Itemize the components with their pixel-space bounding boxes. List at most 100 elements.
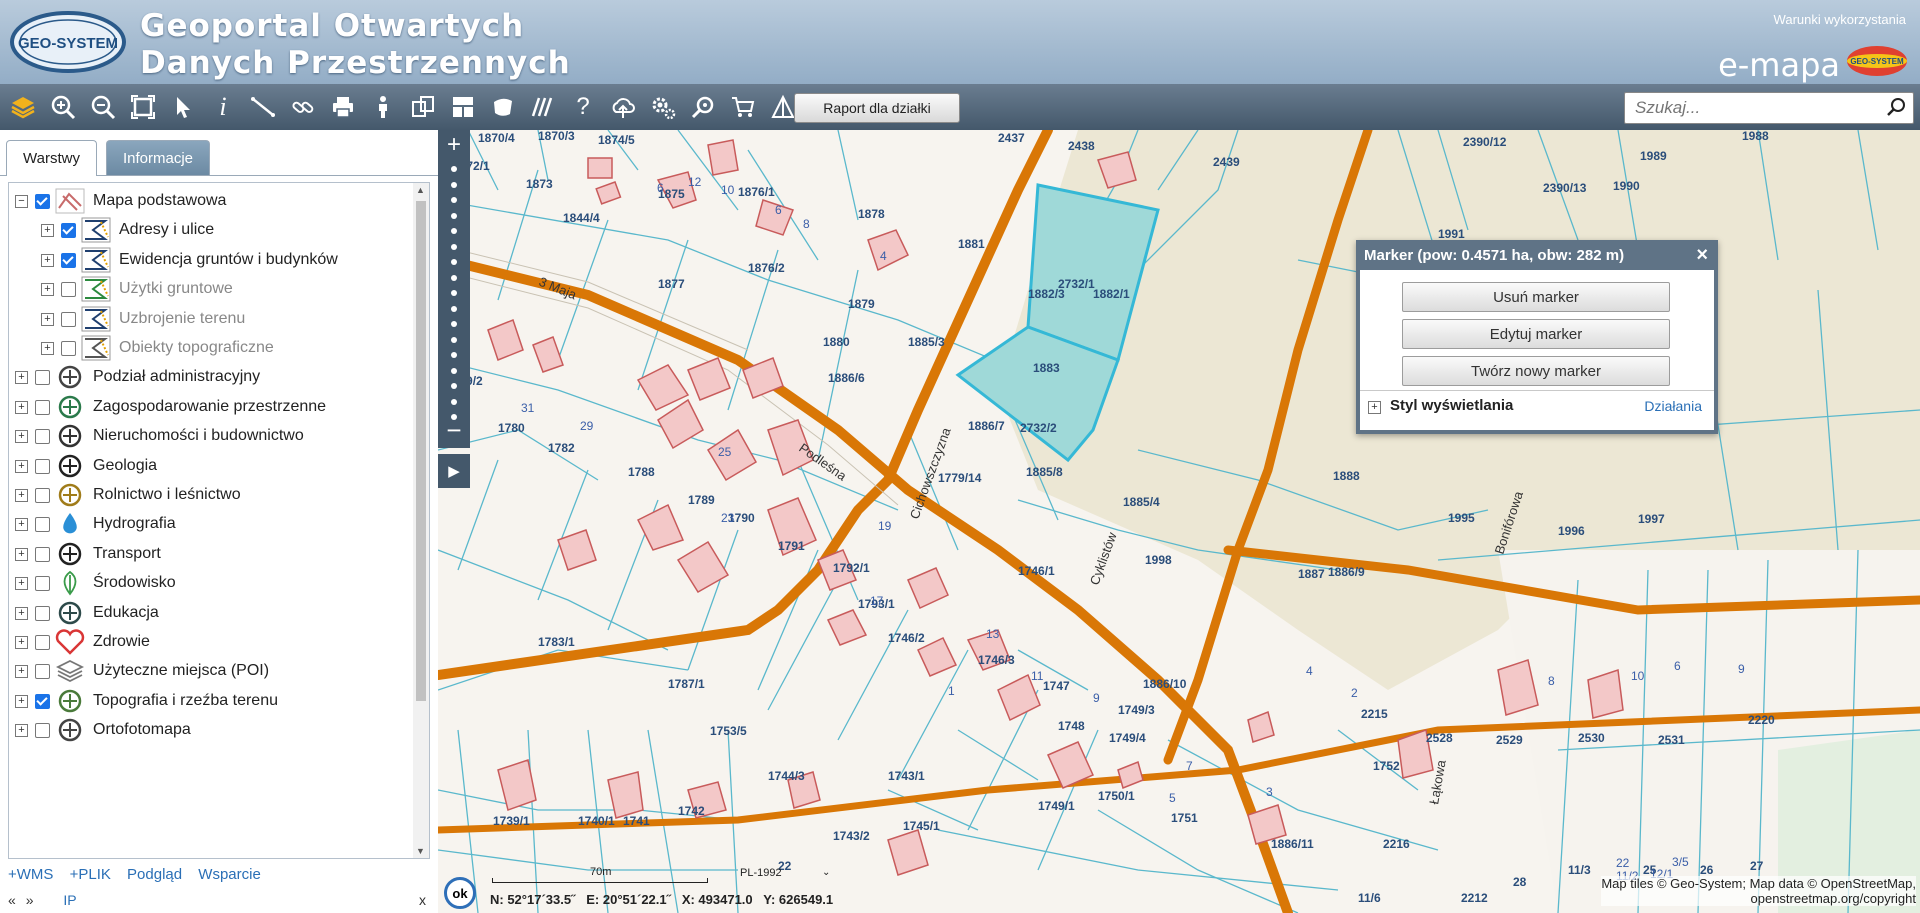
expand-icon[interactable]: + [15, 489, 28, 502]
terms-of-use-link[interactable]: Warunki wykorzystania [1774, 12, 1906, 27]
layer-checkbox[interactable] [35, 370, 50, 386]
ok-button[interactable]: ok [444, 877, 476, 909]
zoom-level-dot[interactable] [451, 398, 457, 405]
ip-link[interactable]: IP [63, 892, 76, 908]
zoom-level-dot[interactable] [451, 321, 457, 327]
delete-marker-button[interactable]: Usuń marker [1402, 282, 1670, 312]
layer-checkbox[interactable] [35, 693, 50, 709]
next-button[interactable]: » [26, 892, 34, 908]
layers-icon[interactable] [8, 92, 38, 122]
layer-row[interactable]: + Edukacja [9, 598, 409, 628]
layer-row[interactable]: + Podział administracyjny [9, 362, 409, 392]
layer-checkbox[interactable] [35, 605, 50, 621]
layer-row[interactable]: + Obiekty topograficzne [9, 333, 409, 363]
zoom-level-dot[interactable] [451, 181, 457, 188]
zoom-level-dot[interactable] [451, 228, 457, 234]
zoom-level-dot[interactable] [451, 352, 457, 358]
layer-row[interactable]: + Środowisko [9, 568, 409, 598]
layer-row[interactable]: + Transport [9, 539, 409, 569]
expand-icon[interactable]: + [41, 253, 54, 267]
info-icon[interactable]: i [208, 92, 238, 122]
expand-icon[interactable]: + [41, 224, 54, 238]
new-marker-button[interactable]: Twórz nowy marker [1402, 356, 1670, 386]
layer-row[interactable]: + Hydrografia [9, 509, 409, 539]
zoom-level-dot[interactable] [451, 367, 457, 374]
collapse-icon[interactable]: − [15, 195, 28, 208]
layer-row[interactable]: + Użyteczne miejsca (POI) [9, 656, 409, 686]
layer-checkbox[interactable] [61, 252, 76, 268]
layer-row[interactable]: + Uzbrojenie terenu [9, 304, 409, 334]
layer-row[interactable]: + Adresy i ulice [9, 215, 409, 245]
layer-checkbox[interactable] [35, 664, 50, 680]
layout-icon[interactable] [448, 92, 478, 122]
tab-information[interactable]: Informacje [106, 140, 211, 175]
zoom-level-dot[interactable] [451, 290, 457, 296]
prev-button[interactable]: « [8, 892, 16, 908]
cloud-upload-icon[interactable] [608, 92, 638, 122]
expand-icon[interactable]: + [15, 371, 28, 385]
layer-row[interactable]: − Mapa podstawowa [9, 186, 409, 216]
search-input[interactable] [1633, 96, 1877, 120]
cart-icon[interactable] [728, 92, 758, 122]
close-sidebar-button[interactable]: x [419, 892, 426, 908]
settings-icon[interactable] [648, 92, 678, 122]
layer-checkbox[interactable] [35, 517, 50, 533]
zoom-control[interactable]: + − [438, 130, 470, 448]
scrollbar-thumb[interactable] [416, 201, 426, 701]
expand-icon[interactable]: + [15, 547, 28, 561]
layer-row[interactable]: + Ortofotomapa [9, 715, 409, 745]
edit-marker-button[interactable]: Edytuj marker [1402, 319, 1670, 349]
close-icon[interactable]: × [1696, 244, 1708, 266]
zoom-in-button[interactable]: + [438, 133, 470, 157]
zoom-level-dot[interactable] [451, 383, 457, 389]
zoom-level-dot[interactable] [451, 259, 457, 265]
zoom-level-dot[interactable] [451, 274, 457, 281]
layer-checkbox[interactable] [35, 458, 50, 474]
compare-icon[interactable] [408, 92, 438, 122]
zoom-level-dot[interactable] [451, 305, 457, 312]
attribution-line-2[interactable]: openstreetmap.org/copyright [1601, 891, 1916, 906]
hatch-icon[interactable] [528, 92, 558, 122]
geo-system-logo[interactable]: GEO-SYSTEM [8, 10, 128, 74]
zoom-level-dot[interactable] [451, 166, 457, 172]
layer-checkbox[interactable] [61, 341, 76, 356]
layer-checkbox[interactable] [35, 399, 50, 415]
full-extent-icon[interactable] [128, 92, 158, 122]
zoom-level-dot[interactable] [451, 197, 457, 203]
layer-checkbox[interactable] [61, 282, 76, 298]
layer-row[interactable]: + Nieruchomości i budownictwo [9, 421, 409, 451]
layer-checkbox[interactable] [35, 488, 50, 503]
help-icon[interactable]: ? [568, 92, 598, 122]
layer-checkbox[interactable] [35, 429, 50, 445]
draw-polygon-icon[interactable] [488, 92, 518, 122]
expand-icon[interactable]: + [15, 606, 28, 620]
layer-checkbox[interactable] [35, 635, 50, 650]
expand-icon[interactable]: + [41, 283, 54, 297]
expand-icon[interactable]: + [15, 459, 28, 473]
expand-icon[interactable]: + [41, 312, 54, 326]
display-style-label[interactable]: Styl wyświetlania [1390, 397, 1513, 414]
layer-checkbox[interactable] [61, 311, 76, 327]
expand-icon[interactable]: + [15, 636, 28, 649]
tab-layers[interactable]: Warstwy [6, 140, 97, 176]
expand-style-icon[interactable]: + [1368, 401, 1381, 414]
layer-row[interactable]: + Zdrowie [9, 627, 409, 657]
expand-icon[interactable]: + [15, 694, 28, 708]
link-icon[interactable] [288, 92, 318, 122]
zoom-out-button[interactable]: − [438, 417, 470, 443]
add-file-link[interactable]: +PLIK [70, 866, 111, 883]
actions-link[interactable]: Działania [1644, 398, 1702, 414]
support-link[interactable]: Wsparcie [198, 866, 261, 883]
measure-distance-icon[interactable] [248, 92, 278, 122]
print-icon[interactable] [328, 92, 358, 122]
find-location-icon[interactable] [688, 92, 718, 122]
expand-icon[interactable]: + [15, 577, 28, 591]
layer-checkbox[interactable] [35, 723, 50, 739]
layer-row[interactable]: + Topografia i rzeźba terenu [9, 686, 409, 716]
layer-checkbox[interactable] [35, 194, 50, 209]
expand-icon[interactable]: + [15, 665, 28, 679]
expand-icon[interactable]: + [15, 724, 28, 738]
search-icon[interactable] [1885, 96, 1907, 118]
layer-row[interactable]: + Użytki gruntowe [9, 274, 409, 304]
add-wms-link[interactable]: +WMS [8, 866, 53, 883]
